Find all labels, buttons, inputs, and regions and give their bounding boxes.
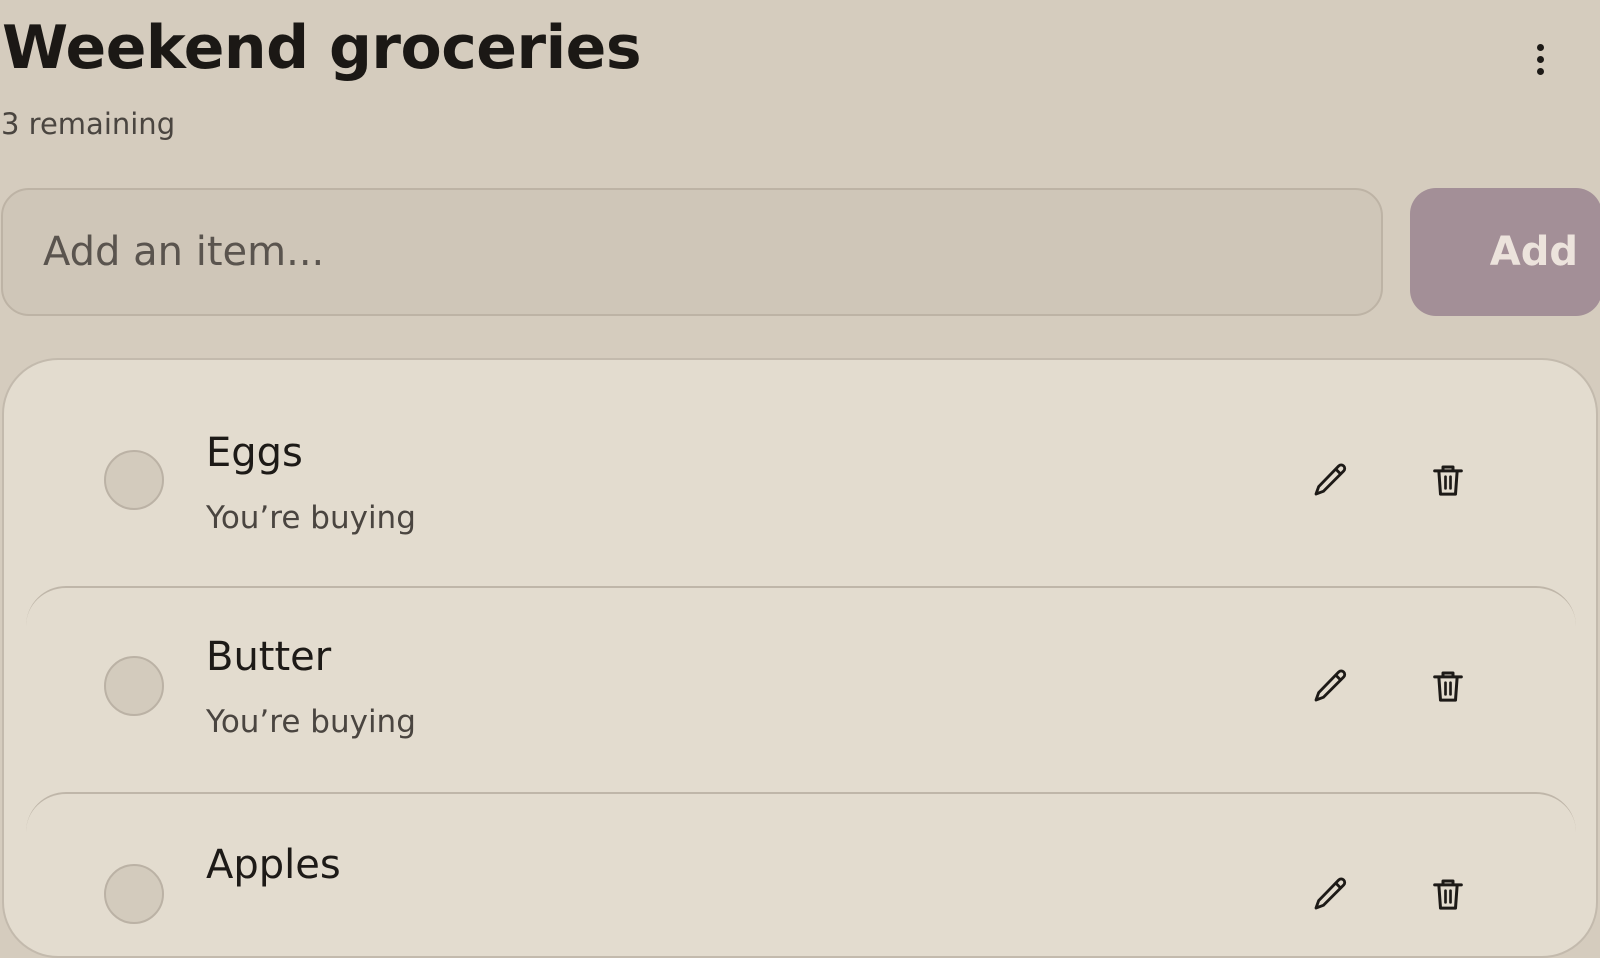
list-item: Apples xyxy=(26,792,1576,956)
item-list: Eggs You’re buying Butter You’re buying xyxy=(2,358,1598,958)
trash-icon xyxy=(1433,879,1463,910)
pencil-icon xyxy=(1314,463,1347,496)
pencil-icon xyxy=(1314,669,1347,702)
edit-button[interactable] xyxy=(1302,658,1358,714)
item-status: You’re buying xyxy=(206,704,416,740)
more-vertical-icon xyxy=(1536,43,1544,51)
edit-button[interactable] xyxy=(1302,452,1358,508)
more-options-button[interactable] xyxy=(1522,34,1558,84)
pencil-icon xyxy=(1314,877,1347,910)
delete-button[interactable] xyxy=(1420,658,1476,714)
trash-icon xyxy=(1433,465,1463,496)
item-name: Eggs xyxy=(206,430,303,476)
more-vertical-icon-dot xyxy=(1536,55,1544,63)
trash-icon xyxy=(1433,671,1463,702)
checkbox-circle-icon[interactable] xyxy=(104,656,164,716)
checkbox-circle-icon[interactable] xyxy=(104,450,164,510)
add-item-input[interactable] xyxy=(1,188,1383,316)
add-button[interactable]: Add xyxy=(1410,188,1600,316)
checkbox-circle-icon[interactable] xyxy=(104,864,164,924)
more-vertical-icon-dot xyxy=(1536,67,1544,75)
item-name: Butter xyxy=(206,634,332,680)
item-status: You’re buying xyxy=(206,500,416,536)
page-title: Weekend groceries xyxy=(2,13,642,83)
delete-button[interactable] xyxy=(1420,866,1476,922)
item-name: Apples xyxy=(206,842,341,888)
list-item: Butter You’re buying xyxy=(26,586,1576,790)
delete-button[interactable] xyxy=(1420,452,1476,508)
edit-button[interactable] xyxy=(1302,866,1358,922)
remaining-count: 3 remaining xyxy=(1,107,176,141)
list-item: Eggs You’re buying xyxy=(26,360,1576,564)
